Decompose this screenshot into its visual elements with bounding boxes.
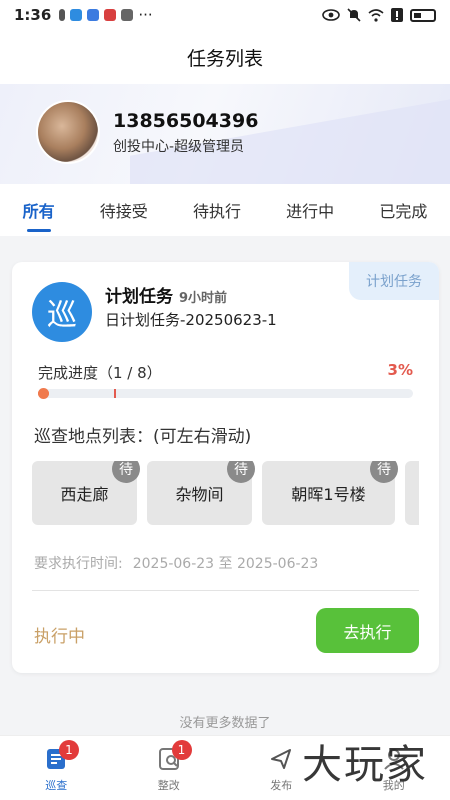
more-icon: ···	[138, 6, 153, 24]
location-status-badge: 待	[112, 461, 140, 483]
location-item[interactable]: 杂物间 待	[147, 461, 255, 525]
tab-pending-accept[interactable]: 待接受	[96, 192, 152, 228]
tab-in-progress[interactable]: 进行中	[282, 192, 338, 228]
profile-header: 13856504396 创投中心-超级管理员	[0, 84, 450, 184]
title-bar: 任务列表	[0, 30, 450, 84]
location-status-badge: 待	[227, 461, 255, 483]
location-item-partial[interactable]	[405, 461, 419, 525]
system-icons	[322, 8, 436, 22]
nav-item-patrol[interactable]: 1 巡查	[0, 736, 113, 800]
location-name: 朝晖1号楼	[291, 485, 366, 504]
patrol-task-icon: 巡	[32, 282, 92, 342]
location-item[interactable]: 西走廊 待	[32, 461, 140, 525]
nav-badge: 1	[171, 740, 192, 760]
nav-label: 整改	[157, 779, 180, 792]
nav-item-rectify[interactable]: 1 整改	[113, 736, 226, 800]
status-tabs: 所有 待接受 待执行 进行中 已完成	[0, 184, 450, 236]
user-phone: 13856504396	[113, 110, 259, 132]
required-time: 要求执行时间: 2025-06-23 至 2025-06-23	[34, 553, 318, 573]
locations-label: 巡查地点列表：(可左右滑动)	[34, 427, 252, 447]
alert-icon	[391, 8, 403, 22]
user-role: 创投中心-超级管理员	[113, 139, 245, 155]
notification-icons: ···	[59, 6, 153, 24]
progress-marker	[114, 389, 116, 398]
sim-icon	[59, 9, 66, 21]
divider	[32, 590, 419, 591]
signal-app-icon	[121, 9, 134, 21]
cloud-icon	[70, 9, 83, 21]
task-type-tag: 计划任务	[349, 262, 439, 300]
wifi-icon	[368, 8, 384, 22]
battery-icon	[410, 8, 436, 22]
task-card[interactable]: 计划任务 巡 计划任务 9小时前 日计划任务-20250623-1 完成进度（1 …	[12, 262, 439, 673]
required-time-value: 2025-06-23 至 2025-06-23	[132, 556, 319, 572]
location-item[interactable]: 朝晖1号楼 待	[262, 461, 398, 525]
execute-button[interactable]: 去执行	[316, 608, 419, 653]
eye-icon	[322, 9, 340, 21]
nav-badge: 1	[59, 740, 79, 760]
publish-icon	[271, 749, 292, 769]
clock: 1:36	[14, 6, 52, 24]
book-icon	[104, 9, 117, 21]
tab-pending-execute[interactable]: 待执行	[189, 192, 245, 228]
status-bar: 1:36 ···	[0, 0, 450, 30]
task-title: 计划任务 9小时前	[105, 282, 227, 307]
task-status: 执行中	[34, 627, 85, 647]
locations-list[interactable]: 西走廊 待 杂物间 待 朝晖1号楼 待	[32, 461, 419, 525]
location-name: 西走廊	[60, 485, 109, 504]
no-more-data: 没有更多数据了	[179, 716, 271, 731]
nav-label: 巡查	[45, 779, 68, 792]
tab-all[interactable]: 所有	[19, 192, 59, 228]
page-title: 任务列表	[186, 47, 263, 70]
location-status-badge: 待	[370, 461, 398, 483]
required-time-label: 要求执行时间:	[34, 556, 123, 572]
progress-bar	[38, 388, 413, 399]
progress-dot	[38, 388, 49, 399]
location-name: 杂物间	[175, 485, 224, 504]
progress-label: 完成进度（1 / 8）	[38, 364, 162, 382]
task-title-text: 计划任务	[105, 287, 173, 307]
mute-icon	[347, 8, 361, 22]
watermark-logo: 大玩家	[302, 742, 428, 788]
task-code: 日计划任务-20250623-1	[105, 311, 277, 329]
task-time-ago: 9小时前	[179, 291, 228, 306]
progress-percent: 3%	[387, 361, 413, 379]
nav-label: 发布	[270, 779, 293, 792]
app-icon	[87, 9, 100, 21]
tab-completed[interactable]: 已完成	[375, 192, 431, 228]
avatar[interactable]	[36, 100, 100, 164]
